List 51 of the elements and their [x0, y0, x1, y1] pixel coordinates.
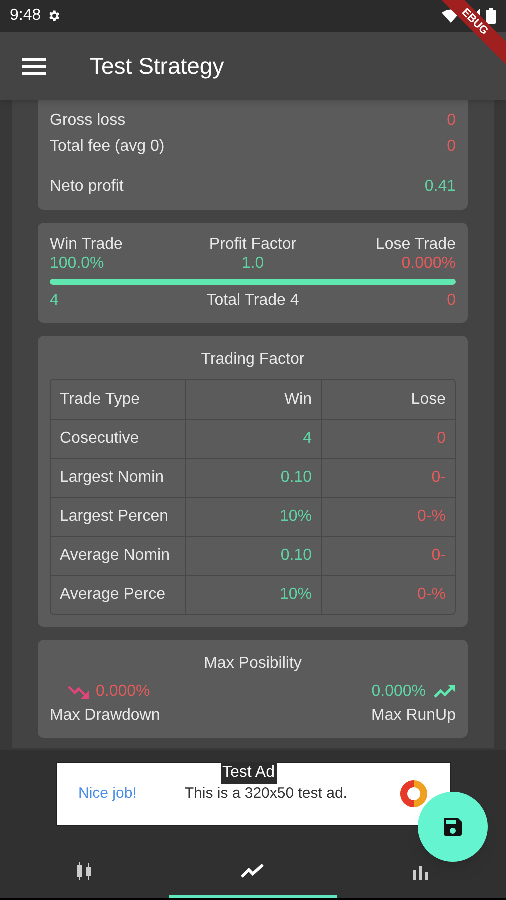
runup-label: Max RunUp	[372, 706, 456, 726]
table-cell: 0.10	[185, 459, 321, 497]
table-cell-text: Largest Percen	[59, 507, 170, 527]
runup-value: 0.000%	[372, 682, 426, 702]
settings-icon	[47, 9, 62, 23]
table-cell: 0-%	[321, 576, 455, 614]
column-header: Trade Type	[59, 390, 142, 410]
trending-down-icon	[68, 685, 90, 699]
table-cell-text: Average Perce	[59, 585, 167, 605]
ad-headline: Nice job!	[78, 784, 137, 804]
table-cell-text: Largest Nomin	[59, 468, 166, 488]
lose-trade-label: Lose Trade	[374, 235, 456, 254]
drawdown-value: 0.000%	[96, 682, 150, 702]
table-cell: 0-	[321, 537, 455, 575]
drawdown-label: Max Drawdown	[50, 706, 160, 726]
summary-label: Total fee (avg 0)	[50, 137, 165, 157]
summary-value: 0	[447, 137, 456, 157]
table-cell: 0-%	[321, 498, 455, 536]
ad-logo-icon	[400, 780, 428, 808]
ad-text: This is a 320x50 test ad.	[184, 784, 348, 804]
lose-percentage: 0.000%	[400, 254, 456, 273]
card-title: Trading Factor	[200, 350, 306, 370]
profit-factor-label: Profit Factor	[208, 235, 298, 254]
save-icon	[441, 815, 465, 839]
ad-badge: Test Ad	[220, 762, 277, 784]
lose-count: 0	[446, 291, 456, 311]
column-header: Lose	[321, 380, 455, 419]
trending-up-icon	[434, 685, 456, 699]
table-cell-text: Average Nomin	[59, 546, 171, 566]
summary-value: 0.41	[424, 177, 456, 197]
table-cell-text: Cosecutive	[59, 429, 140, 449]
battery-icon	[486, 8, 496, 24]
summary-value: 0	[447, 111, 456, 131]
win-percentage: 100.0%	[50, 254, 106, 273]
column-header: Win	[185, 380, 321, 419]
table-cell: 0-	[321, 459, 455, 497]
table-cell: 10%	[185, 498, 321, 536]
summary-label: Neto profit	[50, 177, 124, 197]
table-cell: 0	[321, 420, 455, 458]
win-count: 4	[50, 291, 60, 311]
total-trades: Total Trade 4	[206, 291, 300, 311]
table-cell: 4	[185, 420, 321, 458]
menu-icon[interactable]	[22, 56, 48, 76]
app-title: Test Strategy	[90, 52, 224, 81]
profit-factor-value: 1.0	[240, 254, 266, 273]
table-cell: 10%	[185, 576, 321, 614]
table-cell: 0.10	[185, 537, 321, 575]
card-title: Max Posibility	[203, 654, 303, 674]
win-trade-label: Win Trade	[50, 235, 124, 254]
summary-label: Gross loss	[50, 111, 126, 131]
status-time: 9:48	[10, 6, 42, 26]
